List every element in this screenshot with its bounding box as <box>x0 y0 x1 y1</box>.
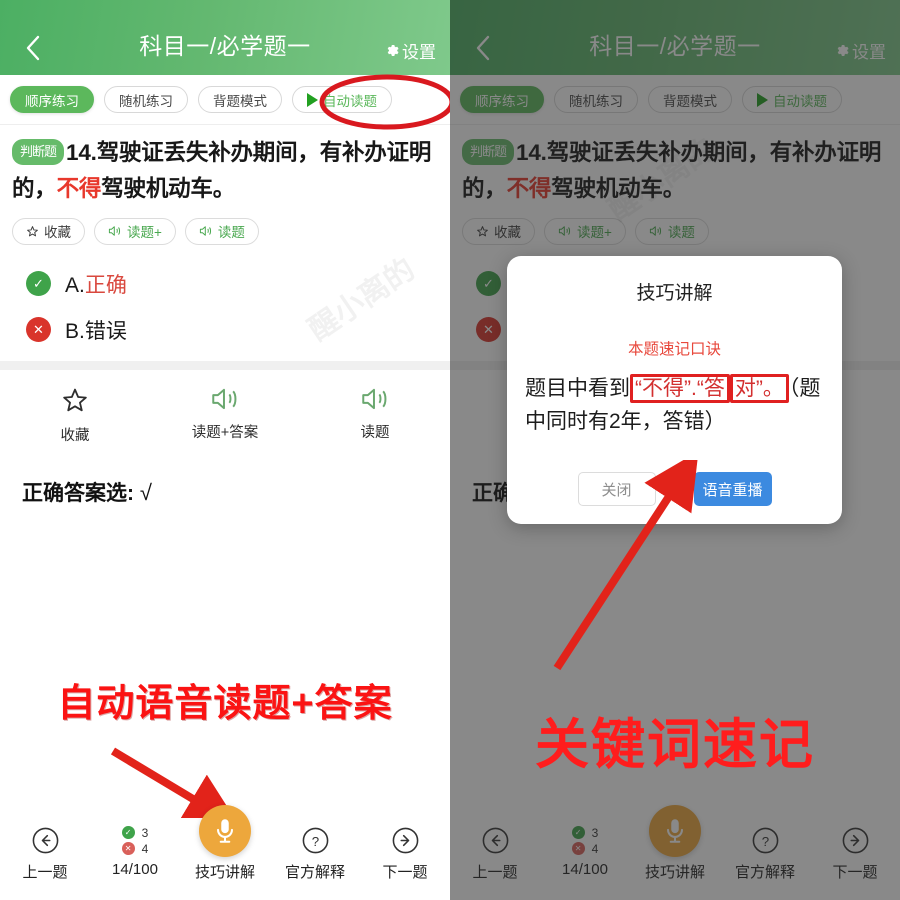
option-b-label: B.错误 <box>65 315 127 345</box>
annotation-promo-text-left: 自动语音读题+答案 <box>57 683 393 725</box>
correct-check-icon: ✓ <box>26 271 51 297</box>
mode-chip-sequential[interactable]: 顺序练习 <box>10 86 94 113</box>
nav-official-explanation[interactable]: ? 官方解释 <box>270 826 360 882</box>
pill-label: 收藏 <box>44 225 71 241</box>
dialog-keyword-1: “不得”.“答 <box>630 374 730 403</box>
nav-skill-explanation[interactable]: 技巧讲解 <box>180 805 270 882</box>
mode-chip-random[interactable]: 随机练习 <box>104 86 188 113</box>
dialog-body-text-1: 题目中看到 <box>525 377 630 400</box>
option-a-label: A.正确 <box>65 269 127 299</box>
mode-chip-autoread[interactable]: 自动读题 <box>292 86 392 113</box>
wrong-cross-icon: ✕ <box>26 317 51 343</box>
pill-favorite[interactable]: 收藏 <box>12 217 85 245</box>
question-pill-row: 收藏 读题+ 读题 <box>12 217 438 245</box>
action-label: 读题 <box>360 424 390 441</box>
option-prefix: A. <box>65 273 85 297</box>
question-highlight: 不得 <box>56 176 102 202</box>
action-label: 读题+答案 <box>191 424 259 441</box>
speaker-icon <box>199 225 213 237</box>
pill-label: 读题 <box>217 225 245 241</box>
answer-counts: ✓ 3 ✕ 4 <box>121 825 149 856</box>
close-button[interactable]: 关闭 <box>577 472 656 507</box>
nav-label: 官方解释 <box>284 864 345 881</box>
correct-dot-icon: ✓ <box>121 826 135 839</box>
nav-label: 技巧讲解 <box>194 864 255 881</box>
action-favorite[interactable]: 收藏 <box>0 386 150 445</box>
wrong-count-row: ✕ 4 <box>121 841 149 856</box>
star-icon <box>26 225 39 238</box>
page-title: 科目一/必学题一 <box>139 33 311 59</box>
pill-label: 读题+ <box>127 225 162 241</box>
wrong-count: 4 <box>141 841 149 856</box>
arrow-left-circle-icon <box>31 826 60 855</box>
nav-next-question[interactable]: 下一题 <box>360 826 450 882</box>
screen-left: 科目一/必学题一 设置 顺序练习 随机练习 背题模式 自动读题 判断题 14.驾驶… <box>0 0 450 900</box>
screen-right: 科目一/必学题一 设置 顺序练习 随机练习 背题模式 自动读题 判断题14.驾驶… <box>450 0 900 900</box>
annotation-promo-text-right: 关键词速记 <box>535 715 815 775</box>
svg-text:?: ? <box>311 834 318 849</box>
question-text: 判断题14.驾驶证丢失补办期间，有补办证明的，不得驾驶机动车。 <box>12 135 438 208</box>
microphone-icon <box>199 805 251 857</box>
dialog-subtitle: 本题速记口诀 <box>627 341 721 358</box>
action-read[interactable]: 读题 <box>300 386 450 445</box>
settings-label: 设置 <box>402 43 436 62</box>
option-b[interactable]: ✕ B.错误 <box>26 315 438 345</box>
option-a[interactable]: ✓ A.正确 <box>26 269 438 299</box>
dialog-body: 题目中看到 “不得”.“答 对”。 （题中同时有2年，答错） <box>525 373 824 438</box>
mode-chip-bar: 顺序练习 随机练习 背题模式 自动读题 <box>0 75 450 125</box>
mode-chip-label: 自动读题 <box>323 93 377 109</box>
mode-chip-label: 顺序练习 <box>25 93 79 109</box>
question-block: 判断题14.驾驶证丢失补办期间，有补办证明的，不得驾驶机动车。 收藏 读题+ 读… <box>0 125 450 245</box>
action-row: 收藏 读题+答案 读题 <box>0 369 450 455</box>
correct-answer-value: √ <box>139 479 152 505</box>
arrow-right-circle-icon <box>391 826 420 855</box>
option-prefix: B. <box>65 319 85 343</box>
question-type-tag: 判断题 <box>12 139 65 166</box>
mode-chip-memorize[interactable]: 背题模式 <box>198 86 282 113</box>
gear-icon <box>385 43 400 58</box>
correct-count: 3 <box>141 825 149 840</box>
mode-chip-label: 随机练习 <box>119 93 173 109</box>
app-header: 科目一/必学题一 设置 <box>0 0 450 75</box>
question-text-after: 驾驶机动车。 <box>101 176 236 202</box>
back-button[interactable] <box>20 33 46 63</box>
dialog-keyword-2: 对”。 <box>729 374 789 403</box>
action-read-with-answer[interactable]: 读题+答案 <box>150 386 300 445</box>
correct-answer-row: 正确答案选: √ <box>0 455 450 507</box>
pill-read-plus[interactable]: 读题+ <box>94 217 176 245</box>
action-label: 收藏 <box>60 427 90 444</box>
speaker-icon <box>210 386 241 412</box>
correct-count-row: ✓ 3 <box>121 825 149 840</box>
speaker-icon <box>108 225 122 237</box>
option-text: 错误 <box>84 319 127 343</box>
speaker-icon <box>360 386 391 412</box>
dialog-buttons: 关闭 语音重播 <box>525 472 824 507</box>
nav-prev-question[interactable]: 上一题 <box>0 826 90 882</box>
question-circle-icon: ? <box>301 826 330 855</box>
voice-replay-button[interactable]: 语音重播 <box>693 472 772 507</box>
star-icon <box>60 386 90 415</box>
nav-progress: ✓ 3 ✕ 4 14/100 <box>90 825 180 879</box>
option-text: 正确 <box>84 273 127 297</box>
options-list: ✓ A.正确 ✕ B.错误 <box>0 245 450 345</box>
correct-answer-label: 正确答案选: <box>22 481 134 505</box>
nav-label: 下一题 <box>382 864 428 881</box>
settings-button[interactable]: 设置 <box>385 38 436 63</box>
pill-read[interactable]: 读题 <box>184 217 259 245</box>
dialog-title: 技巧讲解 <box>636 283 713 304</box>
skill-explanation-dialog: 技巧讲解 本题速记口诀 题目中看到 “不得”.“答 对”。 （题中同时有2年，答错） … <box>507 256 842 525</box>
progress-label: 14/100 <box>112 861 158 878</box>
mode-chip-label: 背题模式 <box>213 93 267 109</box>
section-divider <box>0 360 450 370</box>
play-icon <box>307 92 318 107</box>
nav-label: 上一题 <box>22 864 68 881</box>
bottom-nav: 上一题 ✓ 3 ✕ 4 14/100 <box>0 805 450 900</box>
question-number: 14. <box>66 140 97 165</box>
wrong-dot-icon: ✕ <box>121 842 135 855</box>
dual-screenshot: 科目一/必学题一 设置 顺序练习 随机练习 背题模式 自动读题 判断题 14.驾驶… <box>0 0 900 900</box>
